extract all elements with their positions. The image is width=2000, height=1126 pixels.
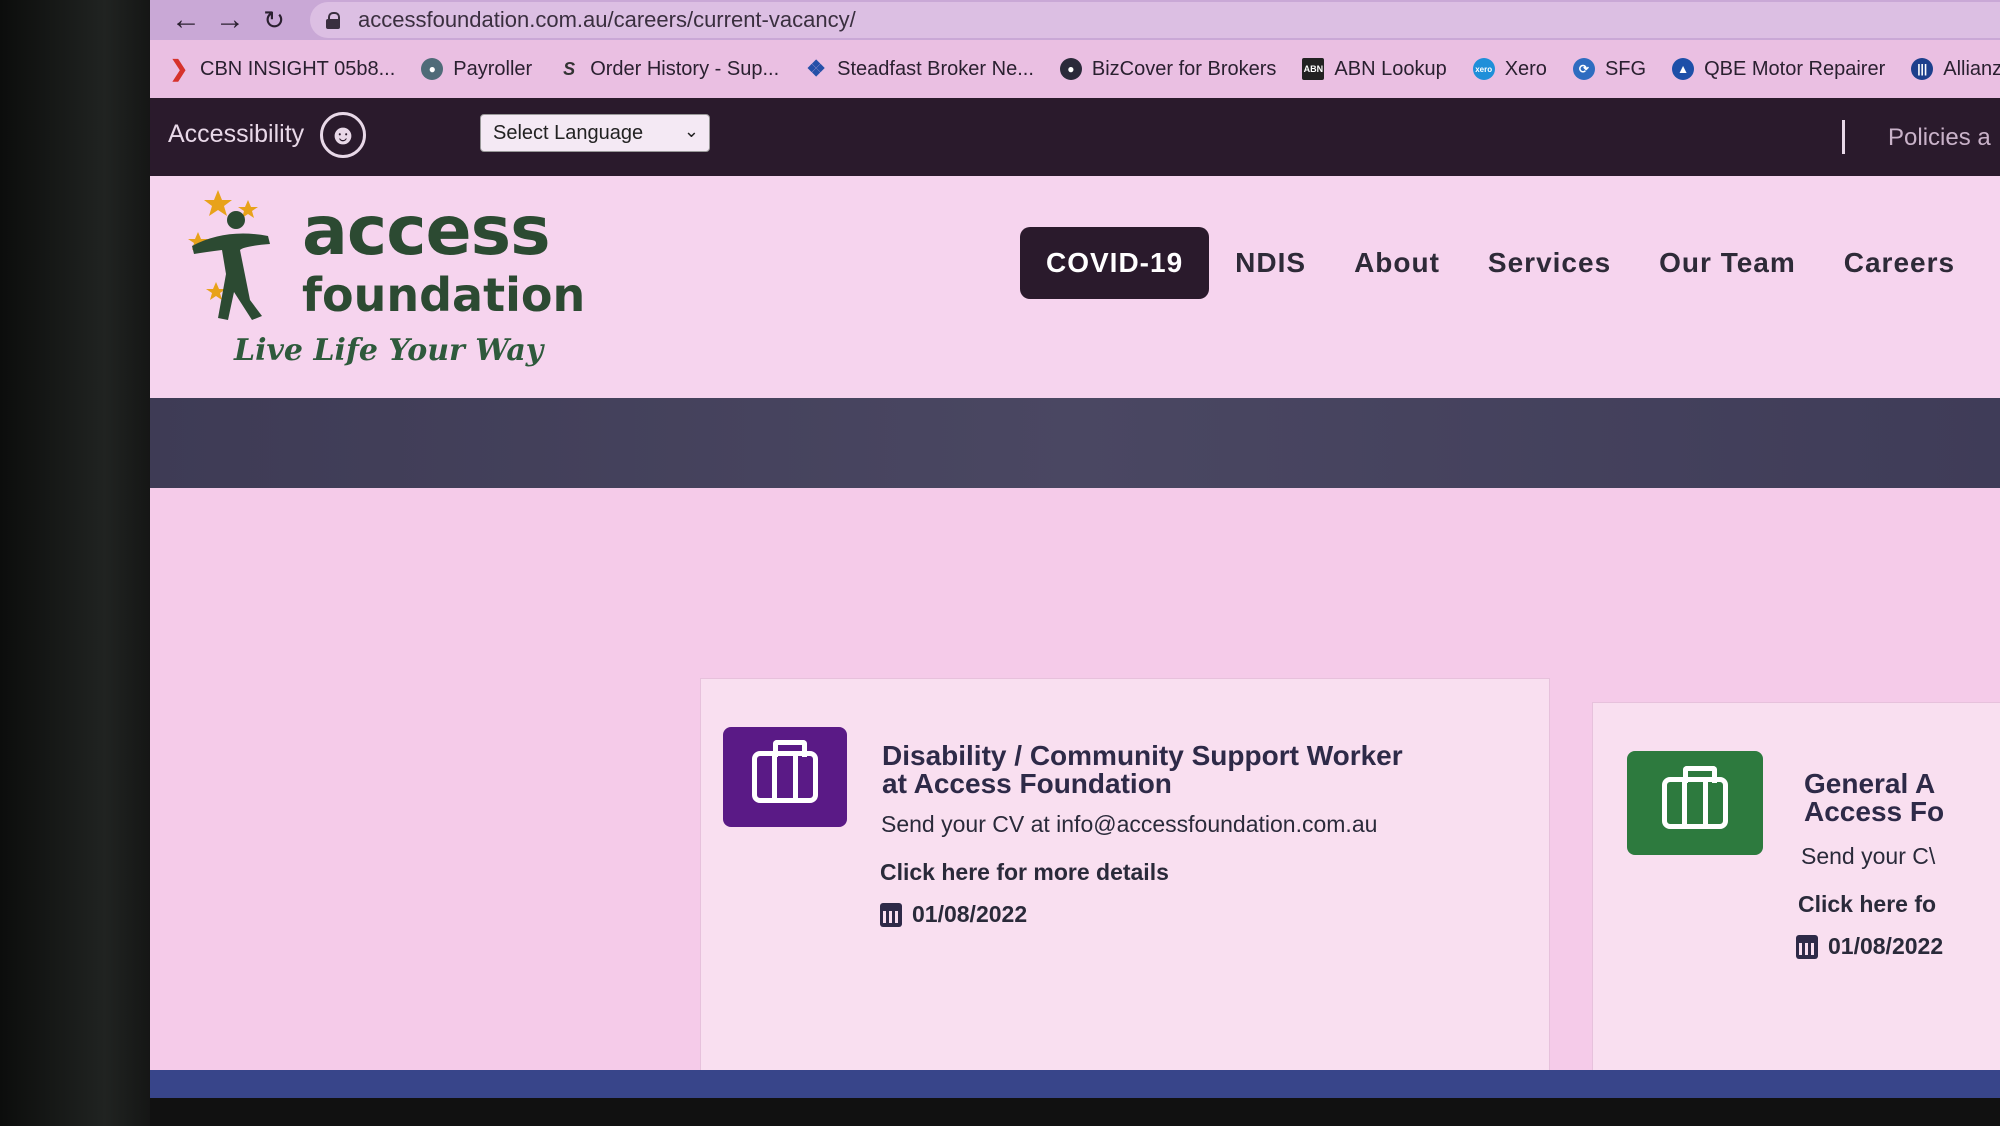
browser-toolbar: ← → ↻ accessfoundation.com.au/careers/cu… xyxy=(150,0,2000,40)
bookmark-qbe[interactable]: ▲ QBE Motor Repairer xyxy=(1672,58,1885,81)
briefcase-icon xyxy=(752,740,818,803)
bookmark-order-history[interactable]: S Order History - Sup... xyxy=(558,58,779,81)
nav-ndis[interactable]: NDIS xyxy=(1235,247,1306,279)
qbe-icon: ▲ xyxy=(1672,58,1695,80)
address-bar[interactable]: accessfoundation.com.au/careers/current-… xyxy=(310,2,2000,38)
bookmark-label: Steadfast Broker Ne... xyxy=(837,57,1034,80)
job-title-line2: at Access Foundation xyxy=(882,768,1172,799)
job-details-link[interactable]: Click here for more details xyxy=(880,859,1169,886)
bookmark-label: ABN Lookup xyxy=(1334,57,1447,80)
monitor-bezel-bottom xyxy=(150,1098,2000,1126)
job-title: Disability / Community Support Worker xyxy=(882,740,1403,771)
job-send-cv: Send your C\ xyxy=(1801,843,1936,869)
job-date-text: 01/08/2022 xyxy=(912,901,1028,927)
briefcase-icon xyxy=(1662,766,1728,829)
accessibility-label[interactable]: Accessibility xyxy=(168,120,304,149)
job-icon-box xyxy=(723,727,847,827)
job-card: Disability / Community Support Worker at… xyxy=(700,678,1550,1073)
bookmark-steadfast[interactable]: ❖ Steadfast Broker Ne... xyxy=(805,56,1034,81)
bookmark-label: Xero xyxy=(1504,57,1547,80)
bookmark-label: Order History - Sup... xyxy=(590,57,780,80)
page-banner xyxy=(150,398,2000,488)
nav-careers[interactable]: Careers xyxy=(1844,247,1955,279)
chevron-down-icon: ⌄ xyxy=(683,121,699,141)
nav-our-team[interactable]: Our Team xyxy=(1659,247,1796,279)
access-foundation-logo[interactable]: access foundation Live Life Your Way xyxy=(186,188,585,388)
main-nav: COVID-19 NDIS About Services Our Team Ca… xyxy=(1020,224,1955,302)
logo-tagline: Live Life Your Way xyxy=(234,333,544,368)
footer-strip xyxy=(150,1070,2000,1098)
bookmark-label: QBE Motor Repairer xyxy=(1704,57,1886,80)
back-button[interactable]: ← xyxy=(164,0,208,40)
bookmark-label: Allianz Home E xyxy=(1943,57,2000,80)
language-select-label: Select Language xyxy=(493,121,644,144)
logo-figure-icon xyxy=(188,190,270,320)
calendar-icon xyxy=(1796,934,1818,959)
bookmark-cbn[interactable]: ❯ CBN INSIGHT 05b8... xyxy=(168,56,396,81)
bookmark-xero[interactable]: xero Xero xyxy=(1472,57,1547,81)
language-select[interactable]: Select Language ⌄ xyxy=(480,114,710,152)
bookmark-label: SFG xyxy=(1604,57,1647,80)
policies-link[interactable]: Policies a xyxy=(1888,124,1991,152)
nav-covid19[interactable]: COVID-19 xyxy=(1020,227,1210,299)
url-text: accessfoundation.com.au/careers/current-… xyxy=(358,7,856,32)
job-date-text: 01/08/2022 xyxy=(1828,933,1944,959)
lock-icon xyxy=(326,12,340,29)
bookmark-label: CBN INSIGHT 05b8... xyxy=(200,57,396,80)
accessibility-icon[interactable]: ☻ xyxy=(320,112,366,158)
job-date: 01/08/2022 xyxy=(880,901,1027,928)
sfg-icon: ⟳ xyxy=(1572,58,1595,80)
chevron-red-icon: ❯ xyxy=(169,56,189,81)
allianz-icon: ||| xyxy=(1911,58,1934,80)
nav-about[interactable]: About xyxy=(1354,247,1440,279)
nav-services[interactable]: Services xyxy=(1488,247,1611,279)
bizcover-icon: ● xyxy=(1059,58,1082,80)
job-date: 01/08/2022 xyxy=(1796,933,1943,960)
xero-icon: xero xyxy=(1472,58,1495,80)
bookmark-bizcover[interactable]: ● BizCover for Brokers xyxy=(1059,57,1277,81)
job-title: General A xyxy=(1804,768,1936,799)
topbar-divider xyxy=(1842,120,1845,154)
job-send-cv: Send your CV at info@accessfoundation.co… xyxy=(881,811,1378,837)
steadfast-icon: ❖ xyxy=(806,56,826,81)
monitor-bezel xyxy=(0,0,150,1126)
logo-word-foundation: foundation xyxy=(302,268,586,322)
bookmark-abn[interactable]: ABN ABN Lookup xyxy=(1302,57,1447,81)
s-logo-icon: S xyxy=(563,58,576,79)
logo-word-access: access xyxy=(302,192,551,271)
abn-icon: ABN xyxy=(1302,58,1325,80)
site-header: access foundation Live Life Your Way COV… xyxy=(150,176,2000,398)
forward-button[interactable]: → xyxy=(208,0,252,40)
bookmark-label: BizCover for Brokers xyxy=(1091,57,1277,80)
bookmark-allianz[interactable]: ||| Allianz Home E xyxy=(1911,58,2000,81)
job-card: General A Access Fo Send your C\ Click h… xyxy=(1592,702,2000,1097)
reload-button[interactable]: ↻ xyxy=(252,0,296,40)
bookmark-sfg[interactable]: ⟳ SFG xyxy=(1572,57,1647,81)
job-icon-box xyxy=(1627,751,1763,855)
payroller-icon: ● xyxy=(421,58,444,80)
site-topbar: Accessibility ☻ Select Language ⌄ Polici… xyxy=(150,98,2000,176)
bookmarks-bar: ❯ CBN INSIGHT 05b8... ● Payroller S Orde… xyxy=(150,40,2000,98)
job-title-line2: Access Fo xyxy=(1804,796,1945,827)
calendar-icon xyxy=(880,902,902,927)
vacancies-section: Disability / Community Support Worker at… xyxy=(150,488,2000,1098)
bookmark-payroller[interactable]: ● Payroller xyxy=(421,58,532,81)
job-details-link[interactable]: Click here fo xyxy=(1798,891,1936,918)
bookmark-label: Payroller xyxy=(453,57,533,80)
browser-screen: ← → ↻ accessfoundation.com.au/careers/cu… xyxy=(150,0,2000,1098)
